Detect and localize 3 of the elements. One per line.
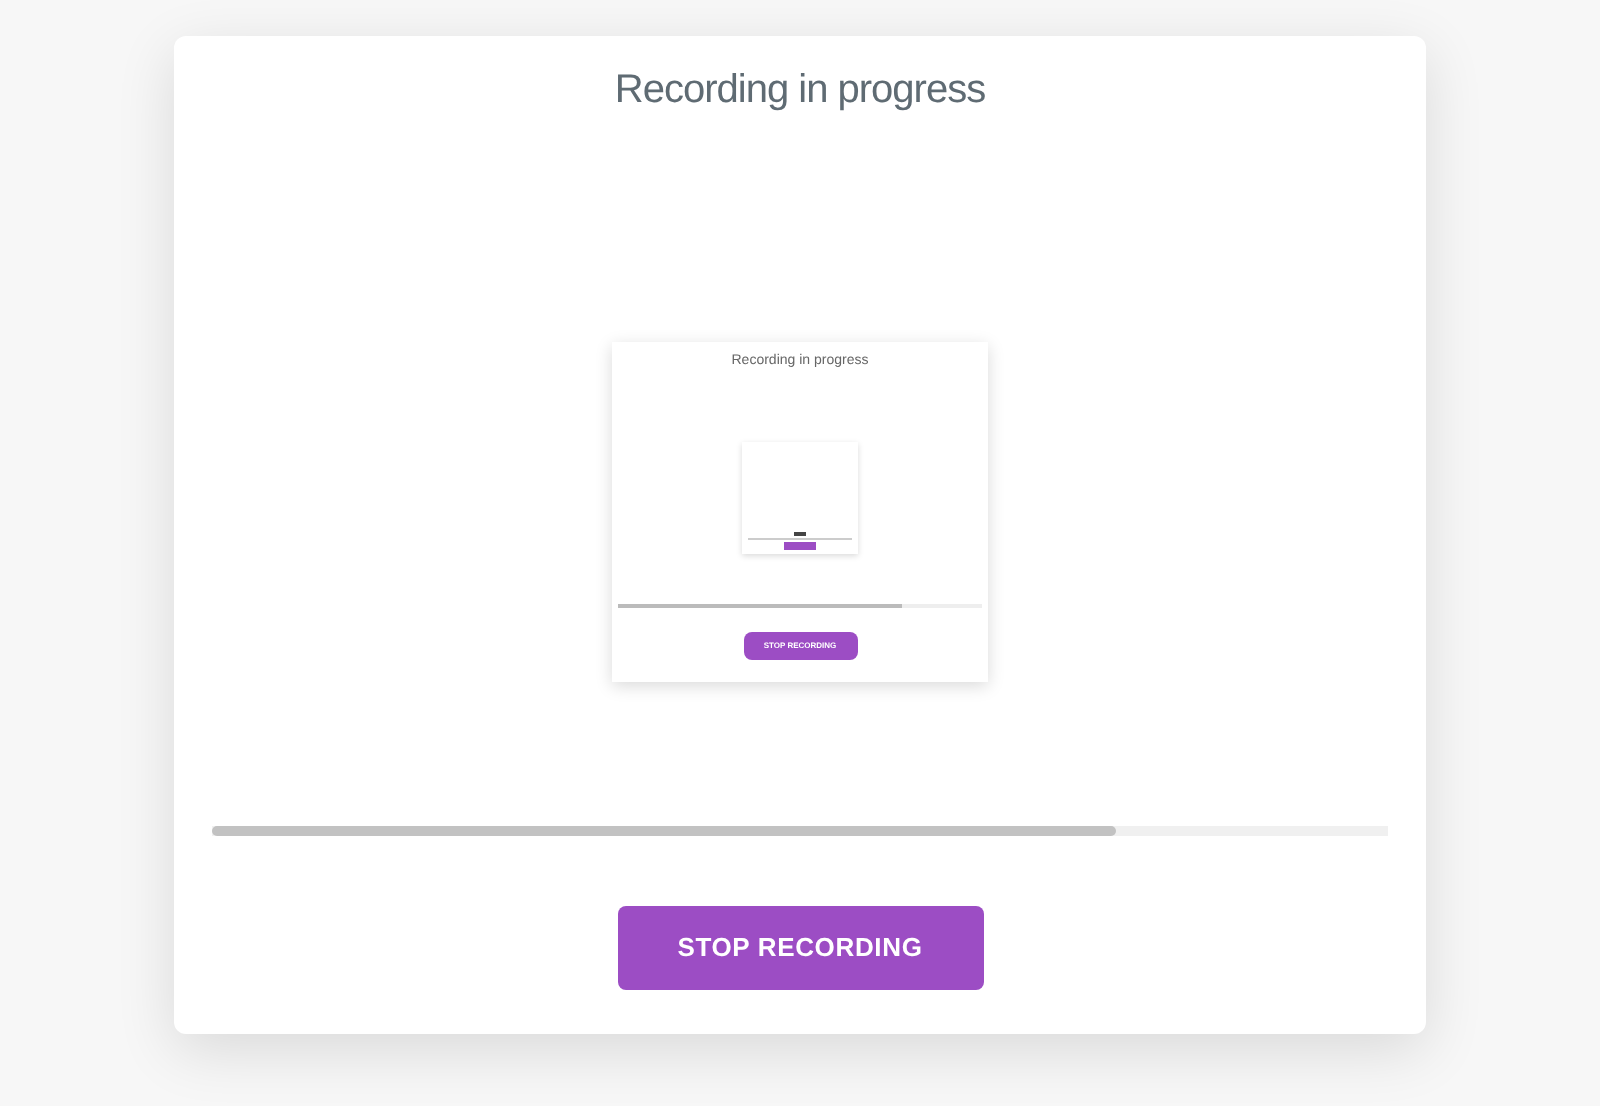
nested-preview-drawing <box>742 441 858 553</box>
stop-recording-button[interactable]: STOP RECORDING <box>617 906 983 990</box>
card-title: Recording in progress <box>614 66 986 116</box>
